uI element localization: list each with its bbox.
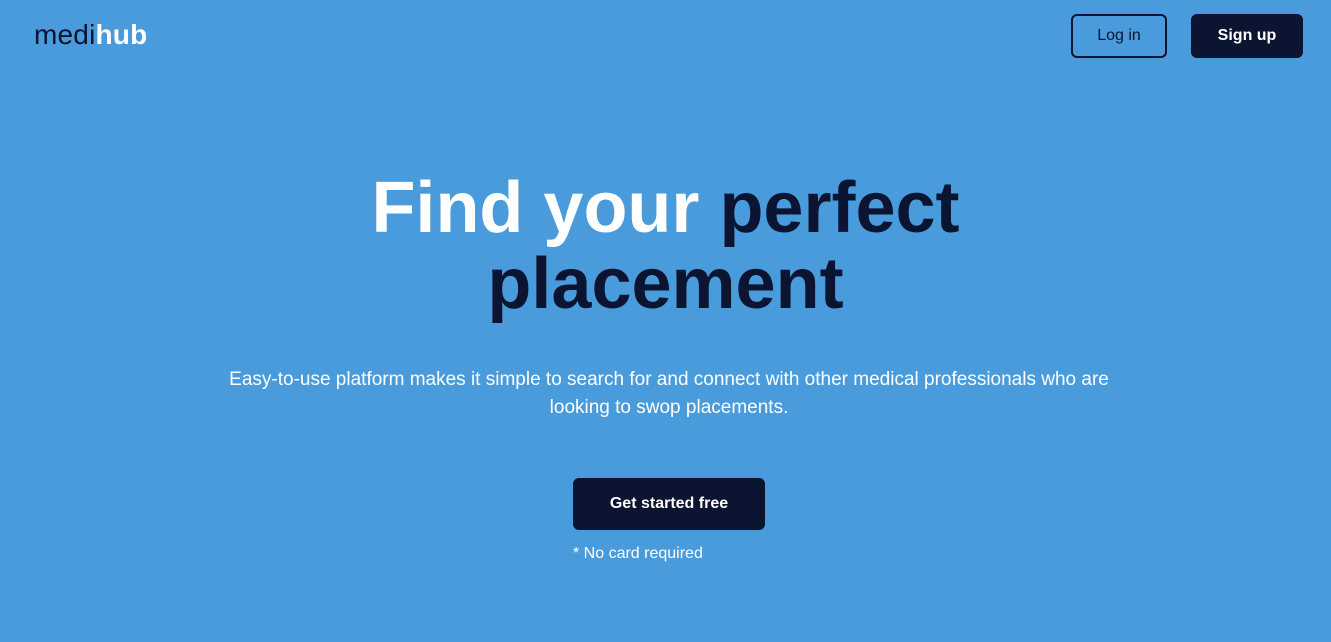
hero-title-dark-1: perfect xyxy=(719,168,960,248)
logo-text-bold: hub xyxy=(95,19,148,50)
logo-text-light: medi xyxy=(34,19,96,50)
signup-button[interactable]: Sign up xyxy=(1191,14,1303,58)
hero-subtitle: Easy-to-use platform makes it simple to … xyxy=(229,369,1109,418)
get-started-button[interactable]: Get started free xyxy=(573,478,765,530)
login-button[interactable]: Log in xyxy=(1071,14,1167,58)
hero-title: Find your perfect placement xyxy=(0,170,1331,322)
header-actions: Log in Sign up xyxy=(1071,14,1303,58)
landing-page: medihub Log in Sign up Find your perfect… xyxy=(0,0,1331,642)
logo[interactable]: medihub xyxy=(34,18,147,52)
hero-title-white: Find your xyxy=(371,168,720,248)
no-card-note: * No card required xyxy=(573,545,703,562)
hero-title-dark-2: placement xyxy=(487,244,844,324)
